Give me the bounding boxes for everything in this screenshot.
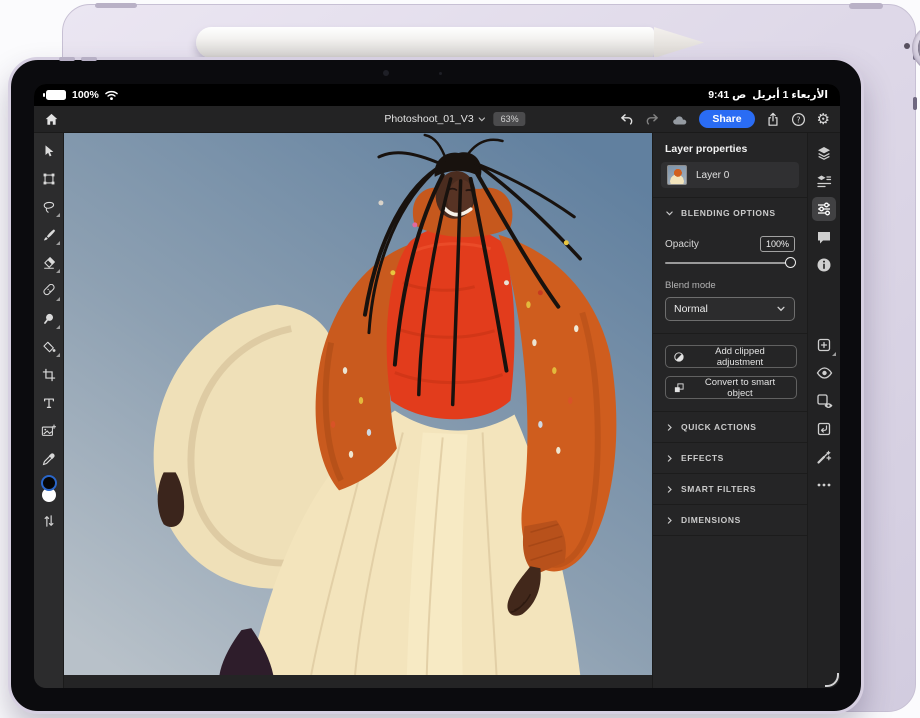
settings-gear-icon[interactable]: ⚙ [817,112,830,127]
workspace: Layer properties Layer 0 BLENDING OPTION… [34,133,840,688]
healing-brush-tool[interactable] [35,277,63,305]
convert-smart-object-button[interactable]: Convert to smart object [665,376,797,399]
color-swatch[interactable] [35,473,63,507]
export-icon[interactable] [766,112,780,127]
section-quick-actions[interactable]: QUICK ACTIONS [653,411,807,442]
type-tool[interactable] [35,389,63,417]
section-smart-filters[interactable]: SMART FILTERS [653,473,807,504]
swap-colors-button[interactable] [35,507,63,535]
fill-tool[interactable] [35,333,63,361]
comments-icon[interactable] [812,225,836,249]
zoom-level-badge[interactable]: 63% [494,112,526,126]
chevron-right-icon [665,454,674,463]
add-layer-icon[interactable] [812,333,836,357]
chevron-right-icon [665,485,674,494]
home-icon[interactable] [44,112,59,127]
front-sensor [439,72,442,75]
opacity-slider-knob[interactable] [785,257,796,268]
adjustment-icon [673,351,685,363]
brush-tool[interactable] [35,221,63,249]
canvas-area[interactable] [64,133,652,688]
eyedropper-tool[interactable] [35,445,63,473]
compact-layers-icon[interactable] [812,169,836,193]
rear-top-button [95,3,137,8]
front-camera [383,70,389,76]
blend-mode-label: Blend mode [665,280,795,291]
rear-mic [904,43,910,49]
chevron-right-icon [665,516,674,525]
section-blending-options[interactable]: BLENDING OPTIONS [653,197,807,228]
photoshop-app-screen: 100% 9:41 ص الأربعاء 1 أبريل [34,84,840,688]
blending-controls: Opacity 100% Blend mode Normal [653,228,807,333]
chevron-right-icon [665,423,674,432]
opacity-label: Opacity [665,239,699,250]
wifi-icon [105,90,118,101]
section-effects[interactable]: EFFECTS [653,442,807,473]
battery-icon [46,90,66,100]
divider [653,535,807,536]
document-title[interactable]: Photoshoot_01_V3 [384,113,486,125]
layer-properties-icon[interactable] [812,197,836,221]
opacity-slider[interactable] [665,262,793,264]
layer-thumbnail[interactable] [667,165,687,185]
clean-tool-icon[interactable] [812,445,836,469]
svg-text:?: ? [796,115,800,124]
blend-mode-dropdown[interactable]: Normal [665,297,795,321]
app-topbar: Photoshoot_01_V3 63% Share [34,106,840,133]
eraser-tool[interactable] [35,249,63,277]
rear-power-button [849,3,883,9]
status-date: الأربعاء 1 أبريل [752,89,828,101]
layer-row[interactable]: Layer 0 [661,162,799,188]
more-options-icon[interactable] [812,473,836,497]
redo-icon[interactable] [645,113,660,126]
document-photo [64,133,652,675]
send-to-icon[interactable] [812,417,836,441]
clone-stamp-tool[interactable] [35,305,63,333]
apple-pencil [196,27,654,58]
chevron-down-icon [478,115,487,124]
layer-action-buttons: Add clipped adjustment Convert to smart … [653,333,807,411]
share-button[interactable]: Share [699,110,754,128]
help-icon[interactable]: ? [791,112,806,127]
info-icon[interactable] [812,253,836,277]
layer-visibility-icon[interactable] [812,389,836,413]
transform-tool[interactable] [35,165,63,193]
layer-properties-panel: Layer properties Layer 0 BLENDING OPTION… [652,133,807,688]
panel-title: Layer properties [653,133,807,162]
section-dimensions[interactable]: DIMENSIONS [653,504,807,535]
layers-icon[interactable] [812,141,836,165]
place-photo-tool[interactable] [35,417,63,445]
status-time: 9:41 ص [708,89,746,101]
volume-button [81,57,97,61]
chevron-down-icon [776,304,786,314]
crop-tool[interactable] [35,361,63,389]
red-sweater [387,226,515,419]
volume-button [59,57,75,61]
chevron-down-icon [665,209,674,218]
visibility-eye-icon[interactable] [812,361,836,385]
layer-name: Layer 0 [696,170,729,181]
front-ipad: 100% 9:41 ص الأربعاء 1 أبريل [8,57,864,714]
lasso-tool[interactable] [35,193,63,221]
add-clipped-adjustment-button[interactable]: Add clipped adjustment [665,345,797,368]
marketing-scene: 100% 9:41 ص الأربعاء 1 أبريل [0,0,920,718]
panel-icon-strip [807,133,840,688]
foreground-color-chip[interactable] [41,475,57,491]
status-bar: 100% 9:41 ص الأربعاء 1 أبريل [34,84,840,106]
undo-icon[interactable] [619,113,634,126]
rear-camera [912,24,920,72]
battery-percent: 100% [72,89,99,101]
cloud-sync-icon[interactable] [671,113,688,126]
tools-toolbar [34,133,64,688]
smart-object-icon [673,382,685,394]
move-tool[interactable] [35,137,63,165]
opacity-value[interactable]: 100% [760,236,795,252]
side-button [913,97,917,110]
